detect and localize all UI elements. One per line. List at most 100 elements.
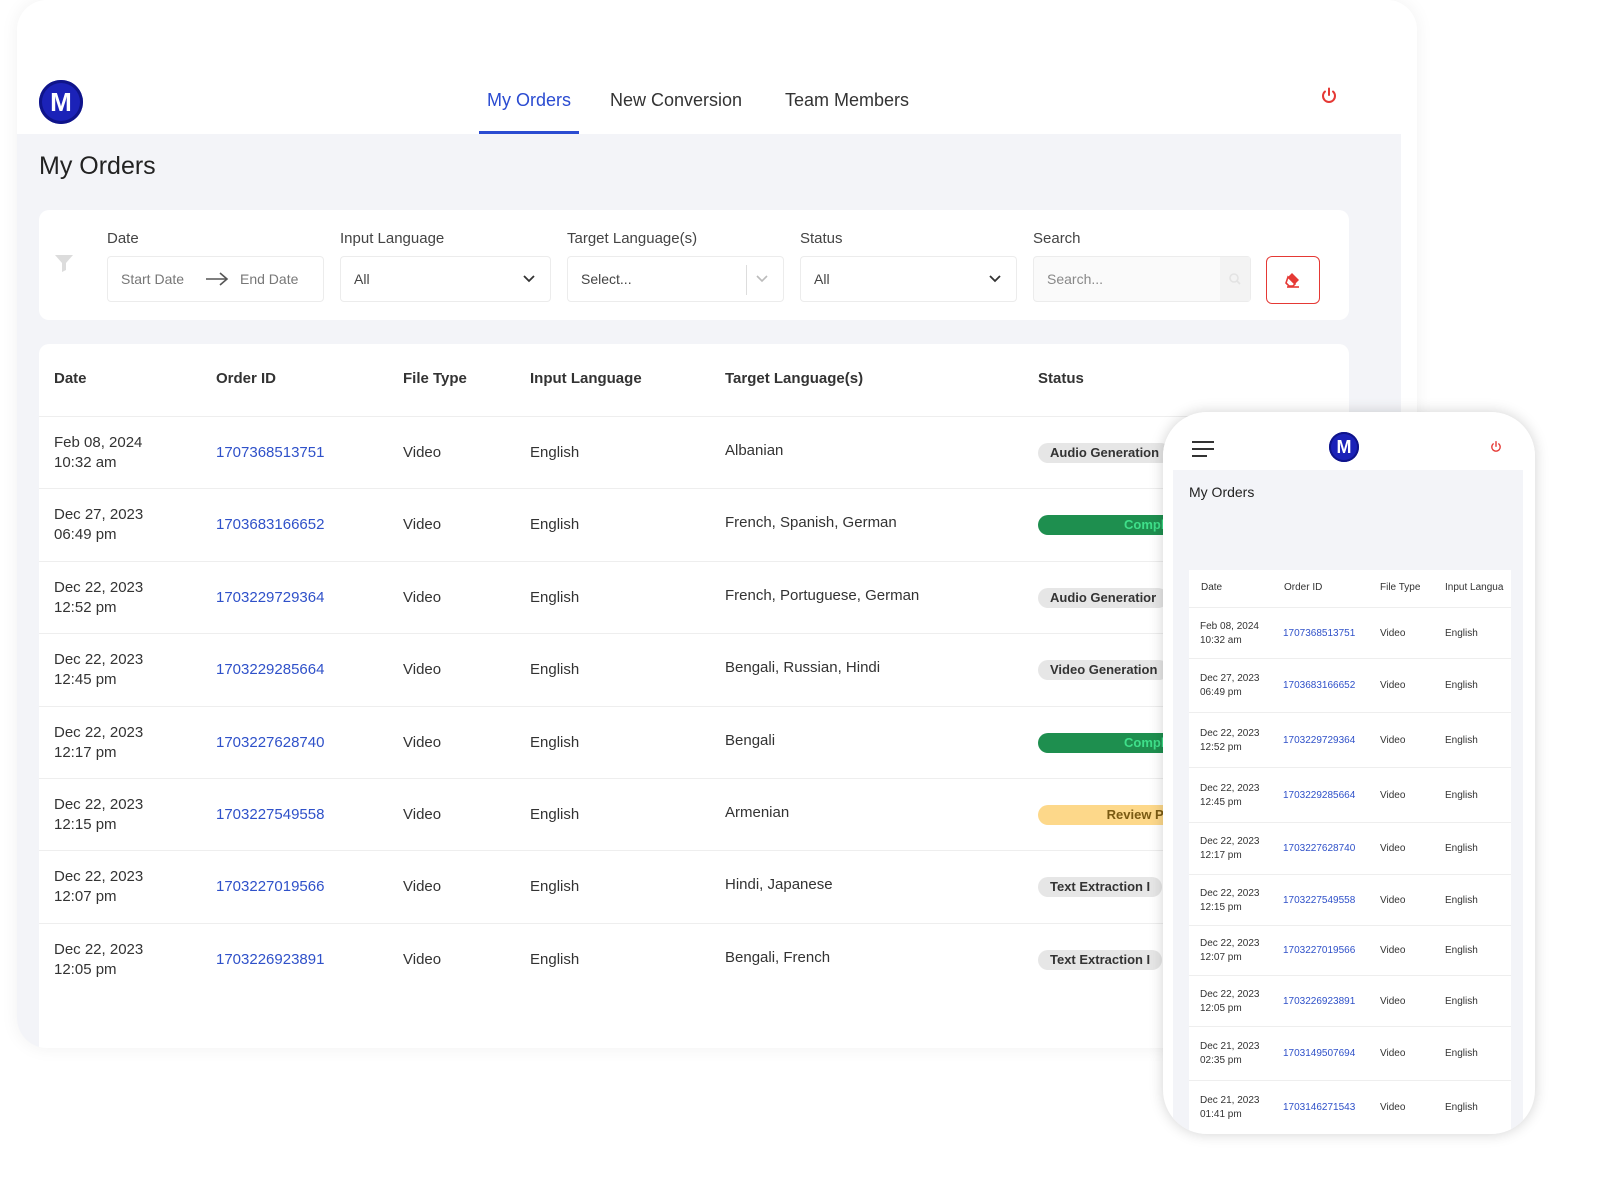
order-id-link[interactable]: 1703229285664 xyxy=(216,660,324,680)
tab-new-conversion[interactable]: New Conversion xyxy=(610,88,742,134)
order-id-link[interactable]: 1703227019566 xyxy=(1283,944,1355,958)
order-id-link[interactable]: 1703226923891 xyxy=(216,950,324,970)
cell-date: Dec 21, 2023 02:35 pm xyxy=(1200,1040,1260,1068)
table-row[interactable]: Dec 22, 2023 12:17 pm 1703227628740 Video En… xyxy=(1189,822,1511,875)
date-text: Dec 22, 2023 xyxy=(1200,783,1260,794)
cell-file-type: Video xyxy=(1380,790,1406,801)
time-text: 10:32 am xyxy=(1200,635,1242,646)
search-icon[interactable] xyxy=(1220,257,1250,301)
mobile-app-logo[interactable]: M xyxy=(1329,432,1359,462)
cell-file-type: Video xyxy=(1380,1048,1406,1059)
target-language-select[interactable]: Select... xyxy=(567,256,784,302)
date-text: Dec 22, 2023 xyxy=(54,796,144,813)
end-date-input[interactable]: End Date xyxy=(240,271,298,287)
table-row[interactable]: Dec 22, 2023 12:45 pm 1703229285664 Video En… xyxy=(39,633,1349,706)
mobile-header: M xyxy=(1163,412,1535,470)
tab-my-orders[interactable]: My Orders xyxy=(479,88,580,134)
order-id-link[interactable]: 1707368513751 xyxy=(1283,627,1355,641)
cell-input-language: English xyxy=(530,806,580,823)
time-text: 12:17 pm xyxy=(54,743,117,761)
cell-input-language: English xyxy=(1445,1048,1478,1059)
table-row[interactable]: Dec 27, 2023 06:49 pm 1703683166652 Video En… xyxy=(39,488,1349,561)
table-row[interactable]: Dec 22, 2023 12:05 pm 1703226923891 Video En… xyxy=(1189,975,1511,1027)
col-header-status: Status xyxy=(1038,370,1084,387)
cell-date: Dec 22, 2023 12:15 pm xyxy=(1200,887,1260,915)
order-id-link[interactable]: 1703229729364 xyxy=(216,588,324,608)
table-row[interactable]: Dec 27, 2023 06:49 pm 1703683166652 Video En… xyxy=(1189,658,1511,713)
chevron-down-icon xyxy=(755,271,769,285)
power-icon[interactable] xyxy=(1319,86,1339,112)
order-id-link[interactable]: 1703227549558 xyxy=(216,805,324,825)
table-row[interactable]: Dec 22, 2023 12:15 pm 1703227549558 Video En… xyxy=(39,778,1349,851)
time-text: 12:05 pm xyxy=(1200,1003,1242,1014)
cell-file-type: Video xyxy=(403,516,442,534)
table-row[interactable]: Dec 22, 2023 12:17 pm 1703227628740 Video En… xyxy=(39,705,1349,779)
order-id-link[interactable]: 1707368513751 xyxy=(216,443,324,463)
status-select[interactable]: All xyxy=(800,256,1017,302)
table-row[interactable]: Dec 22, 2023 12:52 pm 1703229729364 Video En… xyxy=(1189,712,1511,768)
start-date-input[interactable]: Start Date xyxy=(121,271,184,287)
date-text: Dec 27, 2023 xyxy=(1200,673,1260,684)
mobile-page-title: My Orders xyxy=(1189,484,1255,500)
time-text: 12:52 pm xyxy=(1200,742,1242,753)
time-text: 12:05 pm xyxy=(54,960,117,978)
cell-target-languages: Albanian xyxy=(725,442,784,459)
order-id-link[interactable]: 1703149507694 xyxy=(1283,1047,1355,1061)
date-range-picker[interactable]: Start Date End Date xyxy=(107,256,324,302)
time-text: 01:41 pm xyxy=(1200,1109,1242,1120)
cell-file-type: Video xyxy=(1380,735,1406,746)
date-text: Dec 22, 2023 xyxy=(54,723,144,741)
cell-date: Dec 27, 2023 06:49 pm xyxy=(1200,672,1260,700)
cell-target-languages: Hindi, Japanese xyxy=(725,876,833,894)
table-row[interactable]: Dec 21, 2023 01:41 pm 1703146271543 Video En… xyxy=(1189,1080,1511,1134)
cell-file-type: Video xyxy=(1380,945,1406,956)
date-text: Dec 22, 2023 xyxy=(54,651,144,669)
date-text: Dec 22, 2023 xyxy=(1200,938,1260,949)
order-id-link[interactable]: 1703229285664 xyxy=(1283,789,1355,803)
order-id-link[interactable]: 1703227019566 xyxy=(216,877,324,897)
status-badge: Audio Generation xyxy=(1038,443,1172,463)
orders-table: Date Order ID File Type Input Language T… xyxy=(39,344,1349,1048)
top-navbar: M My Orders New Conversion Team Members xyxy=(17,0,1417,134)
cell-date: Dec 22, 2023 12:45 pm xyxy=(1200,782,1260,810)
table-row[interactable]: Dec 22, 2023 12:05 pm 1703226923891 Video En… xyxy=(39,922,1349,996)
table-row[interactable]: Dec 22, 2023 12:07 pm 1703227019566 Video En… xyxy=(39,850,1349,923)
table-row[interactable]: Dec 22, 2023 12:07 pm 1703227019566 Video En… xyxy=(1189,925,1511,976)
time-text: 12:07 pm xyxy=(1200,952,1242,963)
date-text: Dec 22, 2023 xyxy=(54,868,144,886)
table-row[interactable]: Feb 08, 2024 10:32 am 1707368513751 Video En… xyxy=(39,416,1349,489)
table-row[interactable]: Dec 22, 2023 12:15 pm 1703227549558 Video En… xyxy=(1189,874,1511,926)
order-id-link[interactable]: 1703227628740 xyxy=(1283,842,1355,856)
search-label: Search xyxy=(1033,230,1081,247)
order-id-link[interactable]: 1703229729364 xyxy=(1283,734,1355,748)
order-id-link[interactable]: 1703146271543 xyxy=(1283,1101,1355,1115)
hamburger-menu-icon[interactable] xyxy=(1191,440,1215,463)
order-id-link[interactable]: 1703227549558 xyxy=(1283,894,1355,908)
cell-target-languages: French, Spanish, German xyxy=(725,514,897,532)
table-row[interactable]: Feb 08, 2024 10:32 am 1707368513751 Video En… xyxy=(1189,607,1511,659)
clear-filters-button[interactable] xyxy=(1266,256,1320,304)
cell-input-language: English xyxy=(1445,680,1478,691)
cell-file-type: Video xyxy=(403,878,442,896)
table-row[interactable]: Dec 22, 2023 12:45 pm 1703229285664 Video En… xyxy=(1189,767,1511,823)
cell-input-language: English xyxy=(530,588,580,606)
table-row[interactable]: Dec 22, 2023 12:52 pm 1703229729364 Video En… xyxy=(39,560,1349,634)
status-badge: Text Extraction I xyxy=(1038,949,1163,970)
time-text: 12:45 pm xyxy=(54,671,117,689)
cell-input-language: English xyxy=(1445,735,1478,746)
order-id-link[interactable]: 1703227628740 xyxy=(216,733,324,753)
order-id-link[interactable]: 1703226923891 xyxy=(1283,995,1355,1009)
order-id-link[interactable]: 1703683166652 xyxy=(1283,679,1355,693)
search-input[interactable]: Search... xyxy=(1033,256,1251,302)
tab-team-members[interactable]: Team Members xyxy=(785,88,909,134)
table-row[interactable]: Dec 21, 2023 02:35 pm 1703149507694 Video En… xyxy=(1189,1026,1511,1081)
input-language-select[interactable]: All xyxy=(340,256,551,302)
order-id-link[interactable]: 1703683166652 xyxy=(216,515,324,535)
status-badge: Audio Generatior xyxy=(1038,587,1169,608)
cell-file-type: Video xyxy=(403,444,442,461)
cell-file-type: Video xyxy=(403,588,442,606)
select-placeholder: Select... xyxy=(581,271,632,287)
power-icon[interactable] xyxy=(1489,440,1503,459)
cell-input-language: English xyxy=(1445,895,1478,906)
cell-file-type: Video xyxy=(403,950,442,968)
